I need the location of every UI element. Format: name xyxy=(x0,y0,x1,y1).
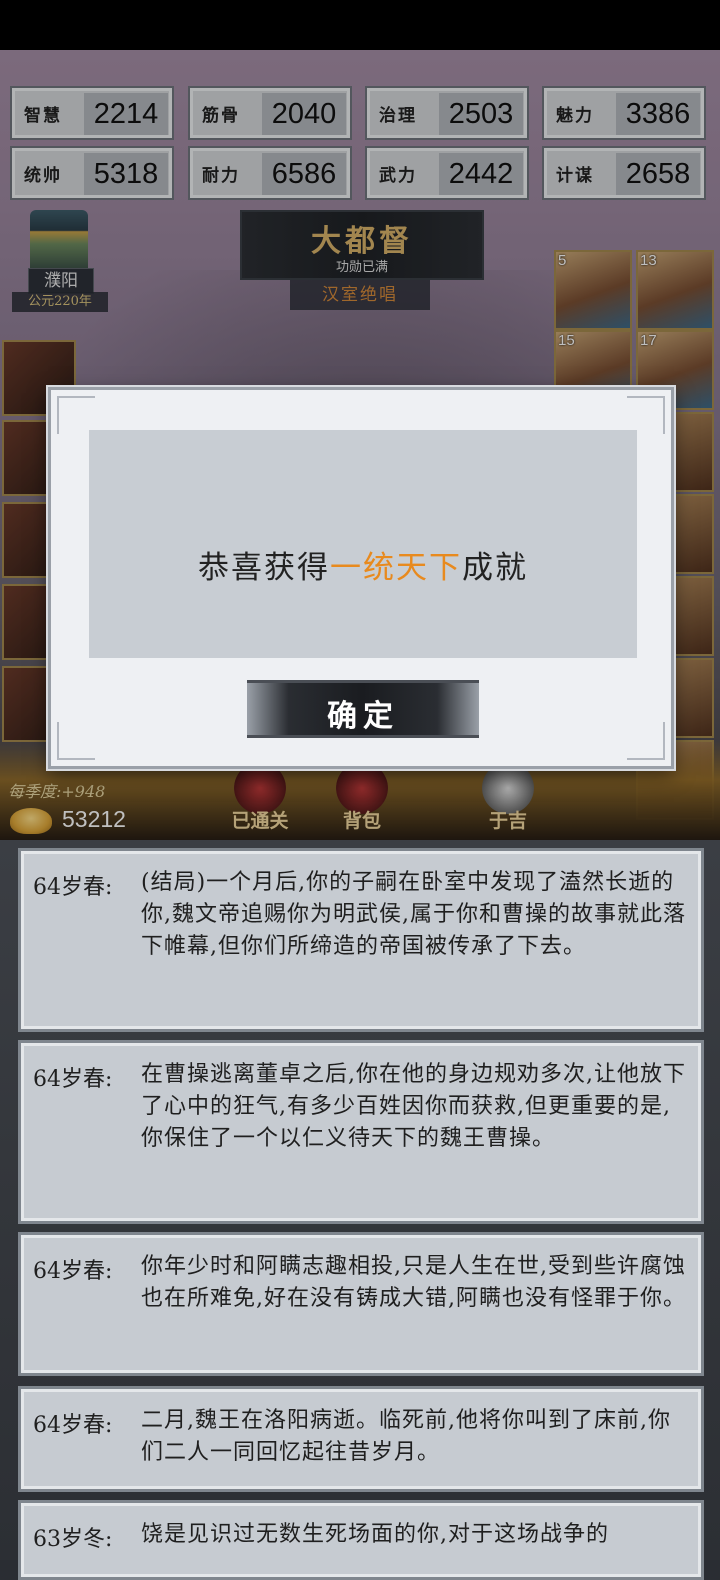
dialog-corner xyxy=(57,722,95,760)
message-suffix: 成就 xyxy=(462,550,528,586)
entry-text: 饶是见识过无数生死场面的你,对于这场战争的 xyxy=(141,1522,609,1547)
log-entry: 64岁春: 在曹操逃离董卓之后,你在他的身边规劝多次,让他放下了心中的狂气,有多… xyxy=(18,1040,704,1224)
entry-age: 63岁冬: xyxy=(33,1527,113,1552)
confirm-button[interactable]: 确定 xyxy=(247,680,479,738)
message-prefix: 恭喜获得 xyxy=(198,550,330,586)
entry-age: 64岁春: xyxy=(33,1413,113,1438)
confirm-label: 确定 xyxy=(327,699,399,734)
entry-text: 二月,魏王在洛阳病逝。临死前,他将你叫到了床前,你们二人一同回忆起往昔岁月。 xyxy=(141,1408,671,1465)
dialog-corner xyxy=(627,722,665,760)
dialog-corner xyxy=(57,396,95,434)
log-entry: 64岁春: 二月,魏王在洛阳病逝。临死前,他将你叫到了床前,你们二人一同回忆起往… xyxy=(18,1386,704,1492)
story-log[interactable]: 64岁春: (结局)一个月后,你的子嗣在卧室中发现了溘然长逝的你,魏文帝追赐你为… xyxy=(0,840,720,1580)
entry-text: 在曹操逃离董卓之后,你在他的身边规劝多次,让他放下了心中的狂气,有多少百姓因你而… xyxy=(141,1062,686,1151)
log-entry: 63岁冬: 饶是见识过无数生死场面的你,对于这场战争的 xyxy=(18,1500,704,1580)
dialog-message-panel: 恭喜获得一统天下成就 xyxy=(89,430,637,658)
dialog-corner xyxy=(627,396,665,434)
entry-age: 64岁春: xyxy=(33,875,113,900)
entry-text: (结局)一个月后,你的子嗣在卧室中发现了溘然长逝的你,魏文帝追赐你为明武侯,属于… xyxy=(141,870,686,959)
entry-age: 64岁春: xyxy=(33,1067,113,1092)
entry-text: 你年少时和阿瞒志趣相投,只是人生在世,受到些许腐蚀也在所难免,好在没有铸成大错,… xyxy=(141,1254,686,1311)
log-entry: 64岁春: 你年少时和阿瞒志趣相投,只是人生在世,受到些许腐蚀也在所难免,好在没… xyxy=(18,1232,704,1376)
achievement-dialog: 恭喜获得一统天下成就 确定 xyxy=(48,387,674,769)
entry-age: 64岁春: xyxy=(33,1259,113,1284)
log-entry: 64岁春: (结局)一个月后,你的子嗣在卧室中发现了溘然长逝的你,魏文帝追赐你为… xyxy=(18,848,704,1032)
status-bar xyxy=(0,0,720,50)
achievement-message: 恭喜获得一统天下成就 xyxy=(89,542,637,587)
achievement-name: 一统天下 xyxy=(330,550,462,586)
